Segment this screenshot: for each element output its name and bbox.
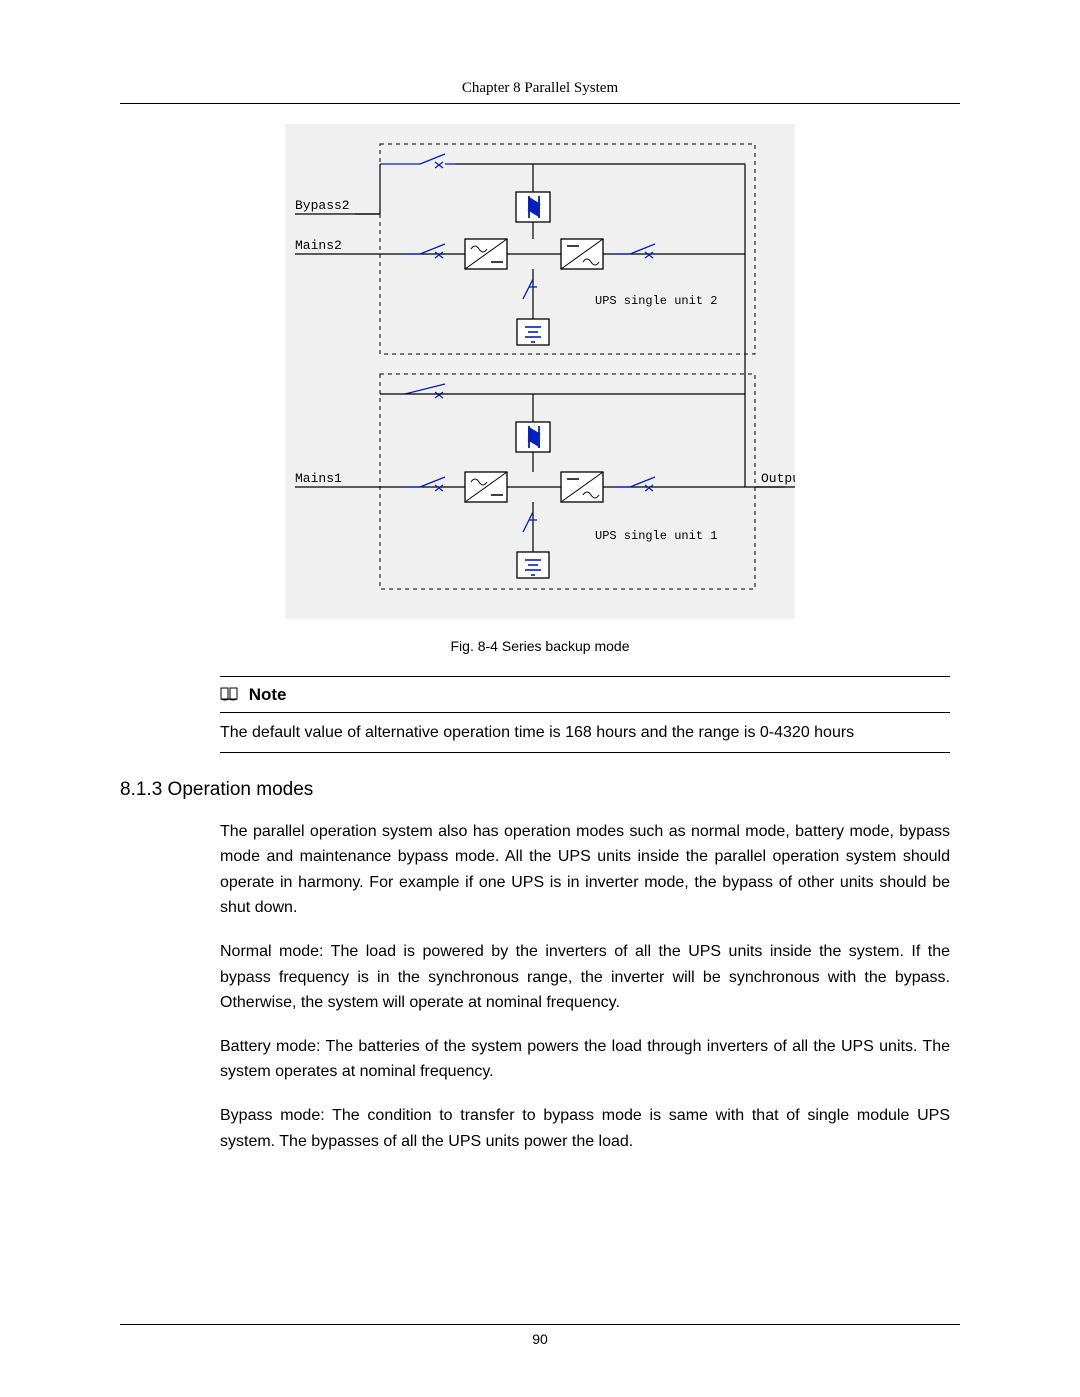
book-icon <box>220 686 238 706</box>
paragraph: Battery mode: The batteries of the syste… <box>220 1034 950 1085</box>
figure-series-backup-mode: Bypass2 Mains2 <box>285 124 795 619</box>
page-number: 90 <box>532 1331 548 1347</box>
label-ups2: UPS single unit 2 <box>595 294 717 308</box>
page-header: Chapter 8 Parallel System <box>120 80 960 104</box>
label-ups1: UPS single unit 1 <box>595 529 717 543</box>
label-bypass2: Bypass2 <box>295 198 350 213</box>
section-heading: 8.1.3 Operation modes <box>120 779 960 801</box>
page-footer: 90 <box>120 1324 960 1347</box>
body-text: The parallel operation system also has o… <box>220 819 950 1155</box>
note-block: Note The default value of alternative op… <box>220 676 950 753</box>
paragraph: The parallel operation system also has o… <box>220 819 950 921</box>
divider <box>220 712 950 713</box>
label-mains1: Mains1 <box>295 471 342 486</box>
label-output: Output <box>761 471 795 486</box>
paragraph: Normal mode: The load is powered by the … <box>220 939 950 1016</box>
note-title: Note <box>249 685 287 704</box>
label-mains2: Mains2 <box>295 238 342 253</box>
note-body: The default value of alternative operati… <box>220 721 950 744</box>
paragraph: Bypass mode: The condition to transfer t… <box>220 1103 950 1154</box>
figure-caption: Fig. 8-4 Series backup mode <box>120 638 960 654</box>
